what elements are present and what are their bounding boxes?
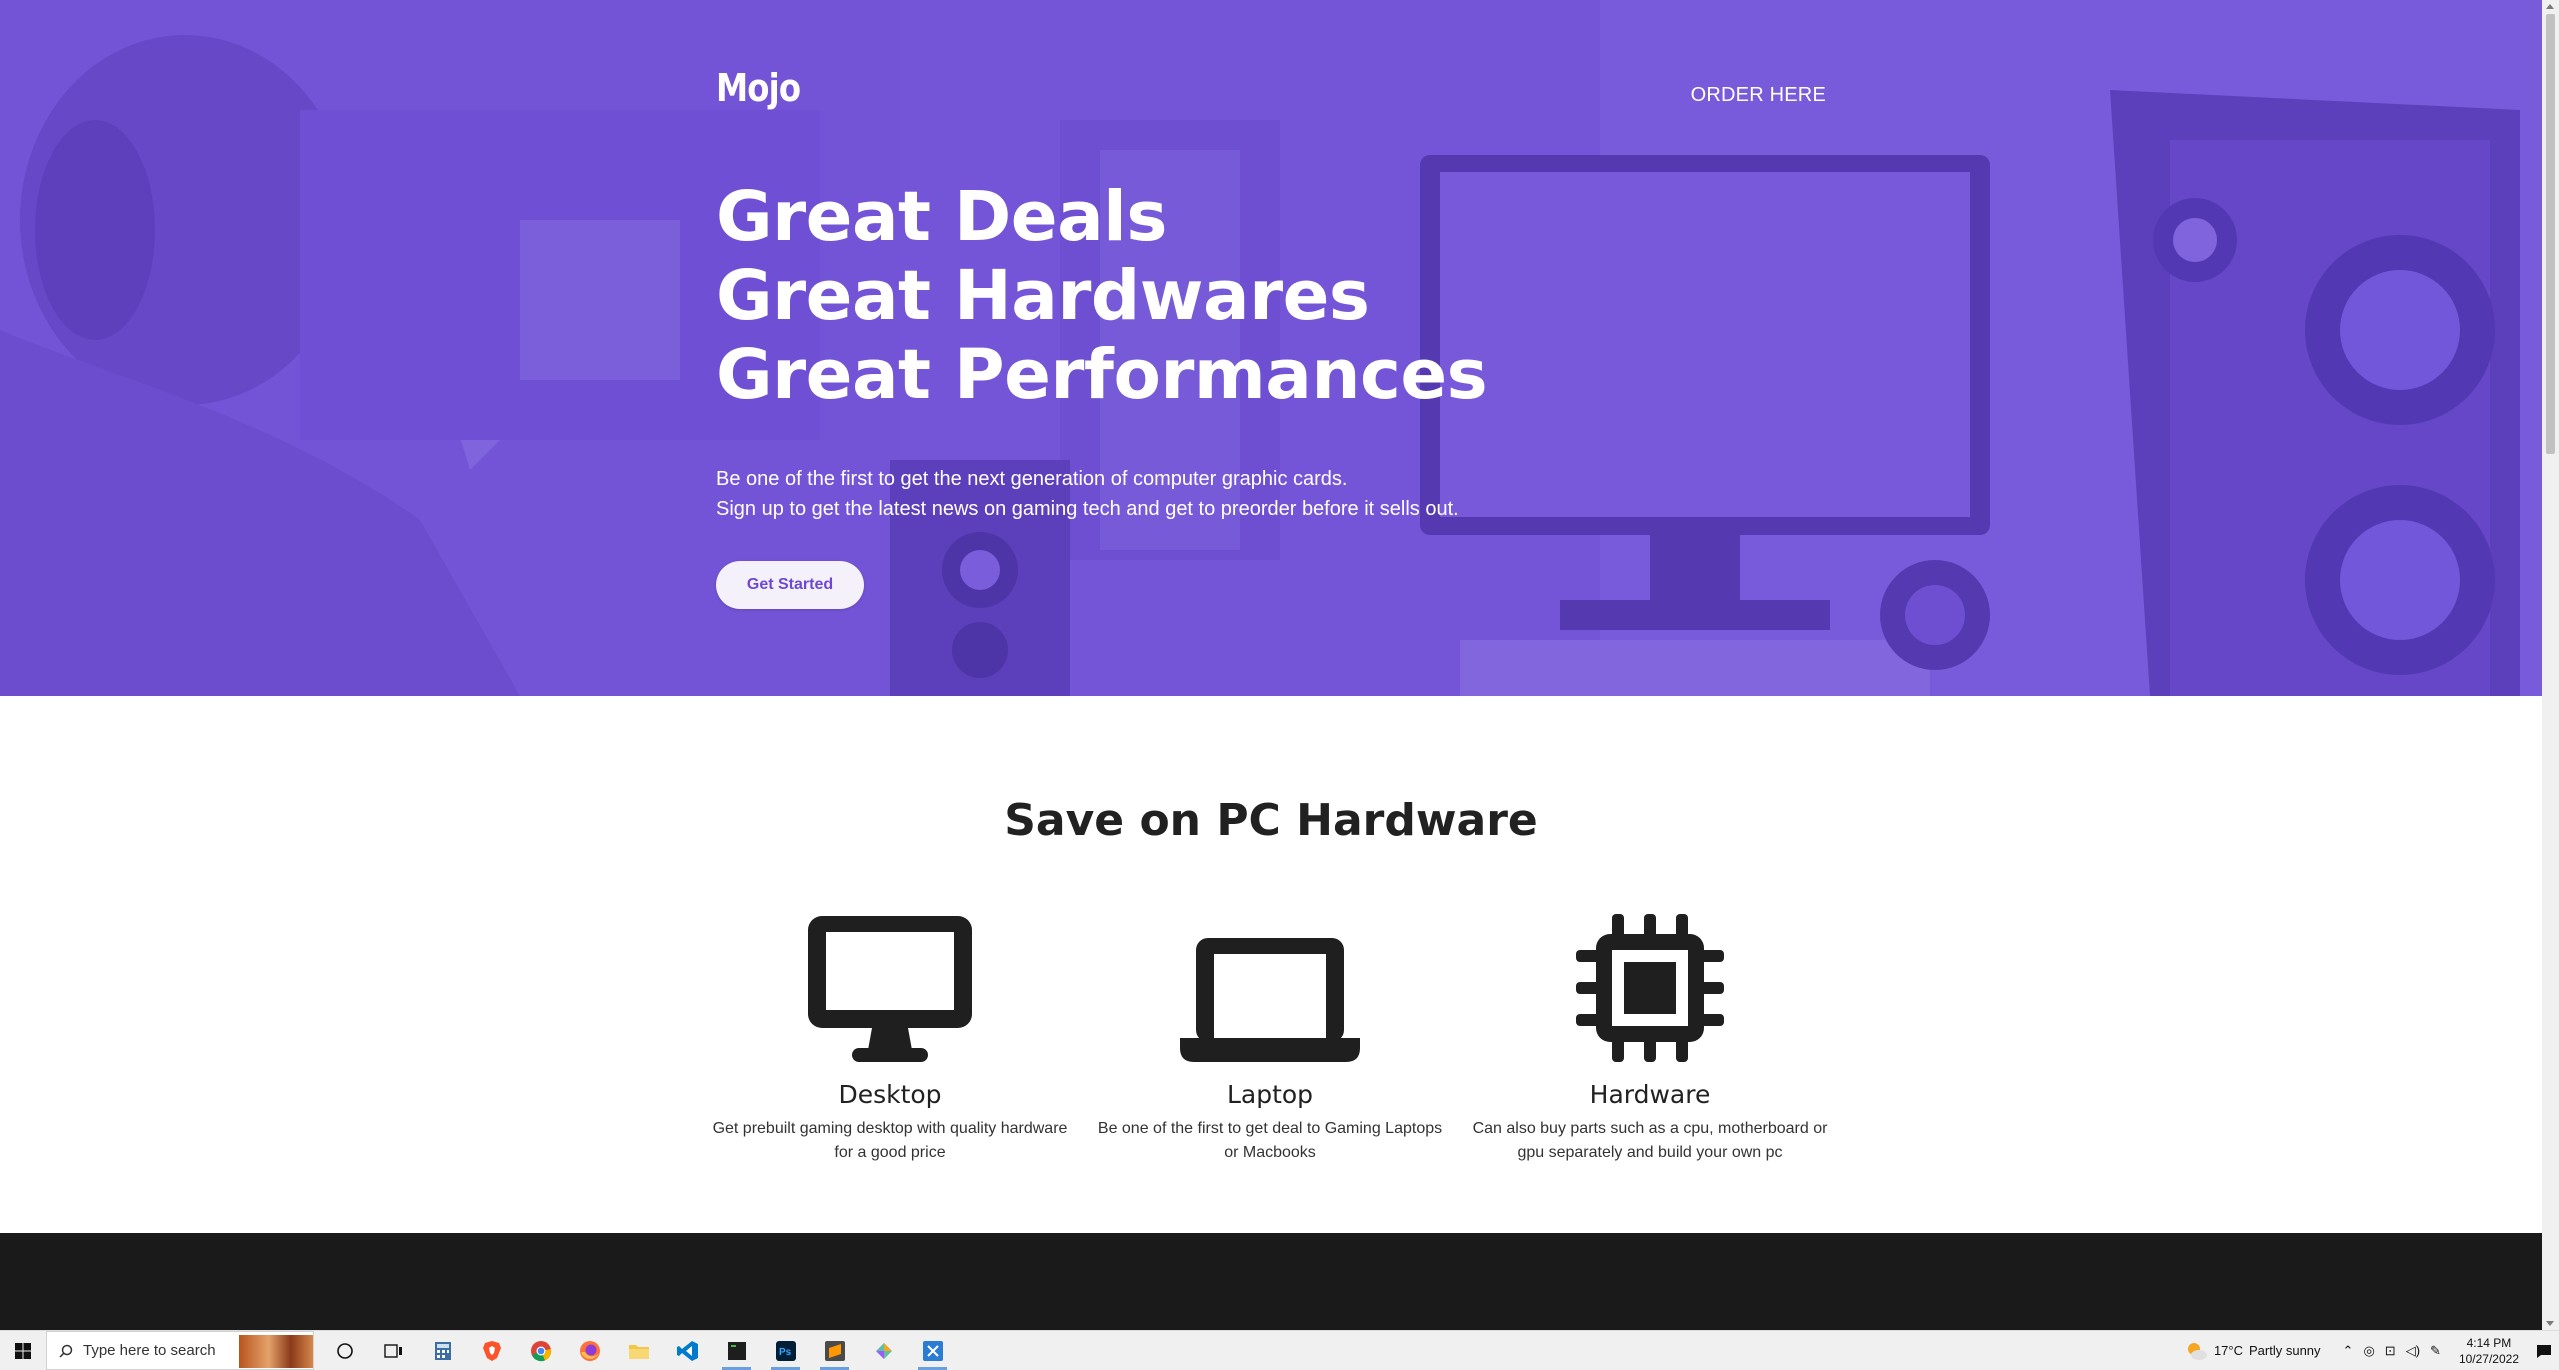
clock-date: 10/27/2022 (2458, 1351, 2519, 1366)
desktop-icon (710, 912, 1070, 1064)
clock-time: 4:14 PM (2466, 1335, 2512, 1350)
calculator-icon[interactable] (418, 1331, 467, 1370)
notification-icon[interactable] (2529, 1331, 2559, 1370)
page-scrollbar[interactable] (2542, 0, 2559, 1330)
file-explorer-icon[interactable] (614, 1331, 663, 1370)
feature-hardware: Hardware Can also buy parts such as a cp… (1470, 912, 1830, 1165)
partly-sunny-icon (2187, 1342, 2207, 1360)
hero-content: Mojo ORDER HERE Great Deals Great Hardwa… (716, 0, 1826, 696)
vscode-icon[interactable] (663, 1331, 712, 1370)
taskbar-clock[interactable]: 4:14 PM 10/27/2022 (2459, 1335, 2519, 1367)
chrome-icon[interactable] (516, 1331, 565, 1370)
hero-subtext: Be one of the first to get the next gene… (716, 464, 1459, 524)
snipping-tool-icon[interactable] (908, 1331, 957, 1370)
firefox-icon[interactable] (565, 1331, 614, 1370)
footer-section (0, 1233, 2542, 1333)
start-button[interactable] (0, 1331, 46, 1370)
feature-title: Desktop (838, 1080, 942, 1109)
taskbar-search-box[interactable]: Type here to search (46, 1331, 314, 1370)
network-icon[interactable]: ⊡ (2385, 1343, 2396, 1359)
tray-icons: ⌃ ◎ ⊡ ◁) ✎ (2343, 1343, 2441, 1359)
photoshop-icon[interactable]: Ps (761, 1331, 810, 1370)
figma-icon[interactable] (859, 1331, 908, 1370)
subtext-line-1: Be one of the first to get the next gene… (716, 468, 1348, 490)
feature-description: Can also buy parts such as a cpu, mother… (1472, 1120, 1828, 1161)
sublime-icon[interactable] (810, 1331, 859, 1370)
feature-description: Get prebuilt gaming desktop with quality… (712, 1120, 1068, 1161)
weather-condition: Partly sunny (2249, 1343, 2321, 1358)
hero-headline: Great Deals Great Hardwares Great Perfor… (716, 177, 1488, 415)
laptop-icon (1090, 912, 1450, 1064)
chip-icon (1470, 912, 1830, 1064)
volume-icon[interactable]: ◁) (2406, 1343, 2420, 1359)
search-icon (59, 1344, 73, 1358)
search-highlight-image (239, 1335, 313, 1368)
chevron-up-icon[interactable]: ⌃ (2343, 1343, 2354, 1359)
hero-section: Mojo ORDER HERE Great Deals Great Hardwa… (0, 0, 2542, 696)
subtext-line-2: Sign up to get the latest news on gaming… (716, 498, 1459, 520)
site-logo[interactable]: Mojo (716, 66, 801, 110)
svg-text:Ps: Ps (779, 1347, 792, 1358)
feature-title: Laptop (1226, 1080, 1314, 1109)
scroll-up-arrow-icon[interactable] (2546, 4, 2554, 9)
feature-desktop: Desktop Get prebuilt gaming desktop with… (710, 912, 1070, 1165)
task-view-icon[interactable] (369, 1331, 418, 1370)
get-started-button[interactable]: Get Started (716, 561, 864, 609)
scrollbar-thumb[interactable] (2546, 14, 2555, 454)
meet-now-icon[interactable]: ◎ (2363, 1343, 2374, 1359)
taskbar-apps: Ps (320, 1331, 957, 1370)
feature-description: Be one of the first to get deal to Gamin… (1097, 1120, 1443, 1161)
cortana-icon[interactable] (320, 1331, 369, 1370)
feature-title: Hardware (1589, 1080, 1711, 1109)
weather-widget[interactable]: 17°C Partly sunny (2186, 1341, 2321, 1361)
terminal-icon[interactable] (712, 1331, 761, 1370)
search-placeholder: Type here to search (83, 1342, 216, 1359)
weather-temp: 17°C (2213, 1343, 2243, 1358)
headline-line-2: Great Hardwares (716, 256, 1370, 336)
pen-icon[interactable]: ✎ (2430, 1343, 2441, 1359)
windows-logo-icon (15, 1342, 31, 1359)
scroll-down-arrow-icon[interactable] (2546, 1321, 2554, 1326)
headline-line-3: Great Performances (716, 335, 1488, 415)
headline-line-1: Great Deals (716, 177, 1167, 257)
brave-icon[interactable] (467, 1331, 516, 1370)
windows-taskbar: Type here to search Ps 17°C Partly sunny… (0, 1330, 2559, 1370)
features-title: Save on PC Hardware (1004, 795, 1538, 846)
system-tray: 17°C Partly sunny ⌃ ◎ ⊡ ◁) ✎ 4:14 PM 10/… (2186, 1331, 2559, 1370)
order-here-link[interactable]: ORDER HERE (1691, 84, 1826, 107)
feature-laptop: Laptop Be one of the first to get deal t… (1090, 912, 1450, 1165)
